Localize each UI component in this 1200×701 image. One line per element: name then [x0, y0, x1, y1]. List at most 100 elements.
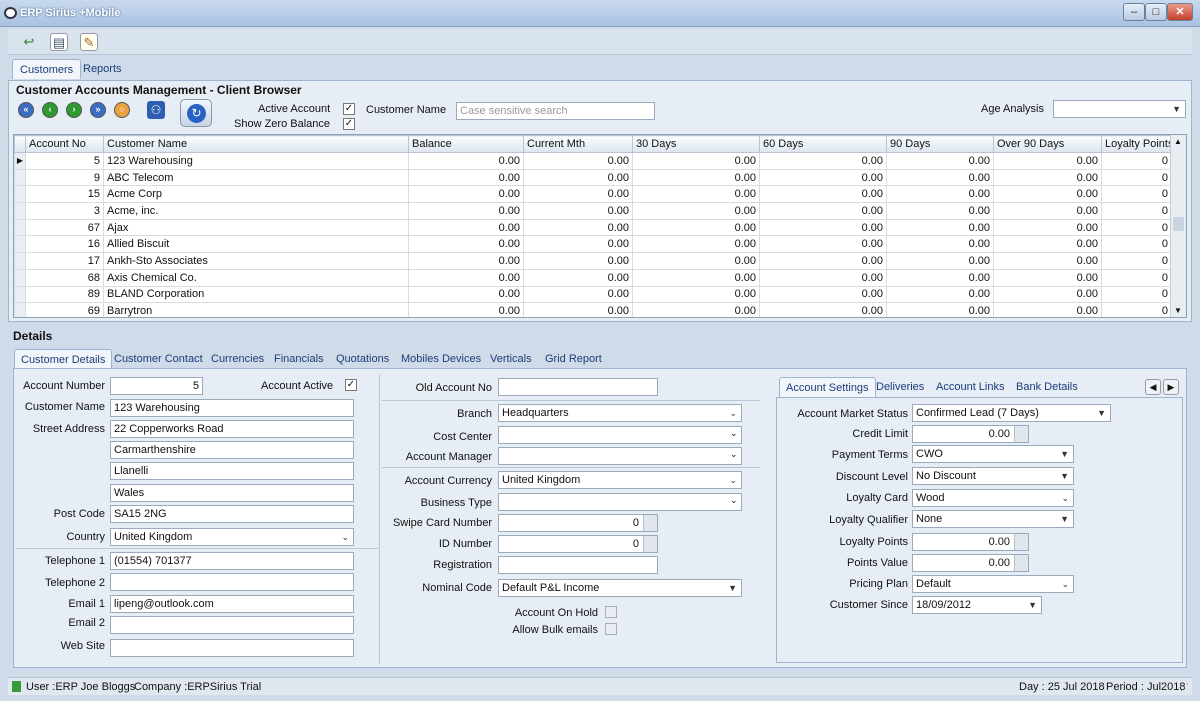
- row-indicator[interactable]: [14, 252, 26, 270]
- market-status-select[interactable]: Confirmed Lead (7 Days) ▼: [912, 404, 1111, 422]
- spin-button[interactable]: [643, 536, 657, 552]
- country-select[interactable]: United Kingdom ⌄: [110, 528, 354, 546]
- web-site-field[interactable]: [110, 639, 354, 657]
- close-button[interactable]: ✕: [1167, 3, 1193, 21]
- telephone1-field[interactable]: (01554) 701377: [110, 552, 354, 570]
- business-type-select[interactable]: [498, 493, 742, 511]
- tab-currencies[interactable]: Currencies: [205, 349, 270, 369]
- customer-since-date[interactable]: 18/09/2012 ▼: [912, 596, 1042, 614]
- registration-field[interactable]: [498, 556, 658, 574]
- pricing-plan-select[interactable]: Default ⌄: [912, 575, 1074, 593]
- table-row[interactable]: 15 Acme Corp 0.00 0.00 0.00 0.00 0.00 0.00 0: [14, 185, 1172, 204]
- refresh-record-icon[interactable]: ○: [114, 102, 130, 118]
- street-address-line1[interactable]: 22 Copperworks Road: [110, 420, 354, 438]
- account-currency-select[interactable]: United Kingdom ⌄: [498, 471, 742, 489]
- previous-record-icon[interactable]: ‹: [42, 102, 58, 118]
- table-row[interactable]: 9 ABC Telecom 0.00 0.00 0.00 0.00 0.00 0.00 0: [14, 168, 1172, 187]
- new-document-icon[interactable]: ▤: [50, 33, 68, 51]
- credit-limit-field[interactable]: 0.00: [912, 425, 1029, 443]
- tab-customer-details[interactable]: Customer Details: [14, 349, 113, 369]
- col-30-days[interactable]: 30 Days: [632, 135, 760, 153]
- scroll-up-icon[interactable]: ▲: [1174, 137, 1182, 146]
- active-account-checkbox[interactable]: ✓: [343, 103, 355, 115]
- old-account-field[interactable]: [498, 378, 658, 396]
- table-row[interactable]: ▶ 5 123 Warehousing 0.00 0.00 0.00 0.00 0.00 0.0…: [14, 152, 1172, 170]
- telephone2-field[interactable]: [110, 573, 354, 591]
- id-number-field[interactable]: 0: [498, 535, 658, 553]
- spin-button[interactable]: [1014, 426, 1028, 442]
- row-indicator[interactable]: [14, 302, 26, 317]
- swipe-card-field[interactable]: 0: [498, 514, 658, 532]
- row-indicator[interactable]: [14, 185, 26, 204]
- col-balance[interactable]: Balance: [408, 135, 524, 153]
- first-record-icon[interactable]: «: [18, 102, 34, 118]
- tab-scroll-right-icon[interactable]: ▶: [1163, 379, 1179, 395]
- row-indicator[interactable]: [14, 268, 26, 287]
- scroll-thumb[interactable]: [1173, 217, 1184, 231]
- cost-center-select[interactable]: [498, 426, 742, 444]
- grid-scrollbar[interactable]: ▲ ▼: [1170, 135, 1186, 317]
- minimize-button[interactable]: –: [1123, 3, 1145, 21]
- account-number-field[interactable]: 5: [110, 377, 203, 395]
- branch-select[interactable]: Headquarters ⌄: [498, 404, 742, 422]
- col-90-days[interactable]: 90 Days: [886, 135, 994, 153]
- maximize-button[interactable]: □: [1145, 3, 1167, 21]
- tab-financials[interactable]: Financials: [268, 349, 330, 369]
- tab-verticals[interactable]: Verticals: [484, 349, 538, 369]
- spin-button[interactable]: [1014, 534, 1028, 550]
- nominal-code-select[interactable]: Default P&L Income ▼: [498, 579, 742, 597]
- table-row[interactable]: 69 Barrytron 0.00 0.00 0.00 0.00 0.00 0.00 0: [14, 302, 1172, 317]
- allow-bulk-emails-checkbox[interactable]: [605, 623, 617, 635]
- last-record-icon[interactable]: »: [90, 102, 106, 118]
- edit-document-icon[interactable]: ✎: [80, 33, 98, 51]
- tab-deliveries[interactable]: Deliveries: [870, 377, 930, 397]
- row-indicator[interactable]: [14, 168, 26, 187]
- loyalty-qualifier-select[interactable]: None ▼: [912, 510, 1074, 528]
- account-manager-select[interactable]: [498, 447, 742, 465]
- age-analysis-select[interactable]: ▼: [1053, 100, 1186, 118]
- tab-bank-details[interactable]: Bank Details: [1010, 377, 1084, 397]
- col-over-90-days[interactable]: Over 90 Days: [993, 135, 1102, 153]
- users-icon[interactable]: ⚇: [147, 101, 165, 119]
- post-code-field[interactable]: SA15 2NG: [110, 505, 354, 523]
- spin-button[interactable]: [1014, 555, 1028, 571]
- table-row[interactable]: 89 BLAND Corporation 0.00 0.00 0.00 0.00 0.00 0…: [14, 285, 1172, 304]
- loyalty-card-select[interactable]: Wood ⌄: [912, 489, 1074, 507]
- discount-level-select[interactable]: No Discount ▼: [912, 467, 1074, 485]
- tab-account-links[interactable]: Account Links: [930, 377, 1010, 397]
- resize-grip-icon[interactable]: ⋰: [1180, 682, 1189, 693]
- customer-name-search-input[interactable]: Case sensitive search: [456, 102, 655, 120]
- current-row-indicator-icon[interactable]: ▶: [14, 152, 26, 170]
- scroll-down-icon[interactable]: ▼: [1174, 306, 1182, 315]
- table-row[interactable]: 17 Ankh-Sto Associates 0.00 0.00 0.00 0.00 0.0…: [14, 252, 1172, 270]
- row-indicator[interactable]: [14, 235, 26, 254]
- tab-scroll-left-icon[interactable]: ◀: [1145, 379, 1161, 395]
- col-current-mth[interactable]: Current Mth: [523, 135, 633, 153]
- next-record-icon[interactable]: ›: [66, 102, 82, 118]
- street-address-line4[interactable]: Wales: [110, 484, 354, 502]
- street-address-line2[interactable]: Carmarthenshire: [110, 441, 354, 459]
- table-row[interactable]: 67 Ajax 0.00 0.00 0.00 0.00 0.00 0.00 0: [14, 218, 1172, 237]
- points-value-field[interactable]: 0.00: [912, 554, 1029, 572]
- tab-reports[interactable]: Reports: [76, 59, 129, 79]
- street-address-line3[interactable]: Llanelli: [110, 462, 354, 480]
- back-arrow-icon[interactable]: ↩: [20, 33, 38, 51]
- row-indicator[interactable]: [14, 218, 26, 237]
- show-zero-balance-checkbox[interactable]: ✓: [343, 118, 355, 130]
- row-indicator[interactable]: [14, 285, 26, 304]
- email2-field[interactable]: [110, 616, 354, 634]
- tab-account-settings[interactable]: Account Settings: [779, 377, 876, 397]
- account-active-checkbox[interactable]: ✓: [345, 379, 357, 391]
- table-row[interactable]: 68 Axis Chemical Co. 0.00 0.00 0.00 0.00 0.00 0…: [14, 268, 1172, 287]
- account-on-hold-checkbox[interactable]: [605, 606, 617, 618]
- email1-field[interactable]: lipeng@outlook.com: [110, 595, 354, 613]
- customer-name-field[interactable]: 123 Warehousing: [110, 399, 354, 417]
- col-loyalty-points[interactable]: Loyalty Points: [1101, 135, 1172, 153]
- col-customer-name[interactable]: Customer Name: [103, 135, 409, 153]
- tab-customer-contact[interactable]: Customer Contact: [108, 349, 209, 369]
- tab-mobiles-devices[interactable]: Mobiles Devices: [395, 349, 487, 369]
- tab-customers[interactable]: Customers: [12, 59, 82, 79]
- table-row[interactable]: 3 Acme, inc. 0.00 0.00 0.00 0.00 0.00 0.00 0: [14, 202, 1172, 220]
- payment-terms-select[interactable]: CWO ▼: [912, 445, 1074, 463]
- tab-grid-report[interactable]: Grid Report: [539, 349, 608, 369]
